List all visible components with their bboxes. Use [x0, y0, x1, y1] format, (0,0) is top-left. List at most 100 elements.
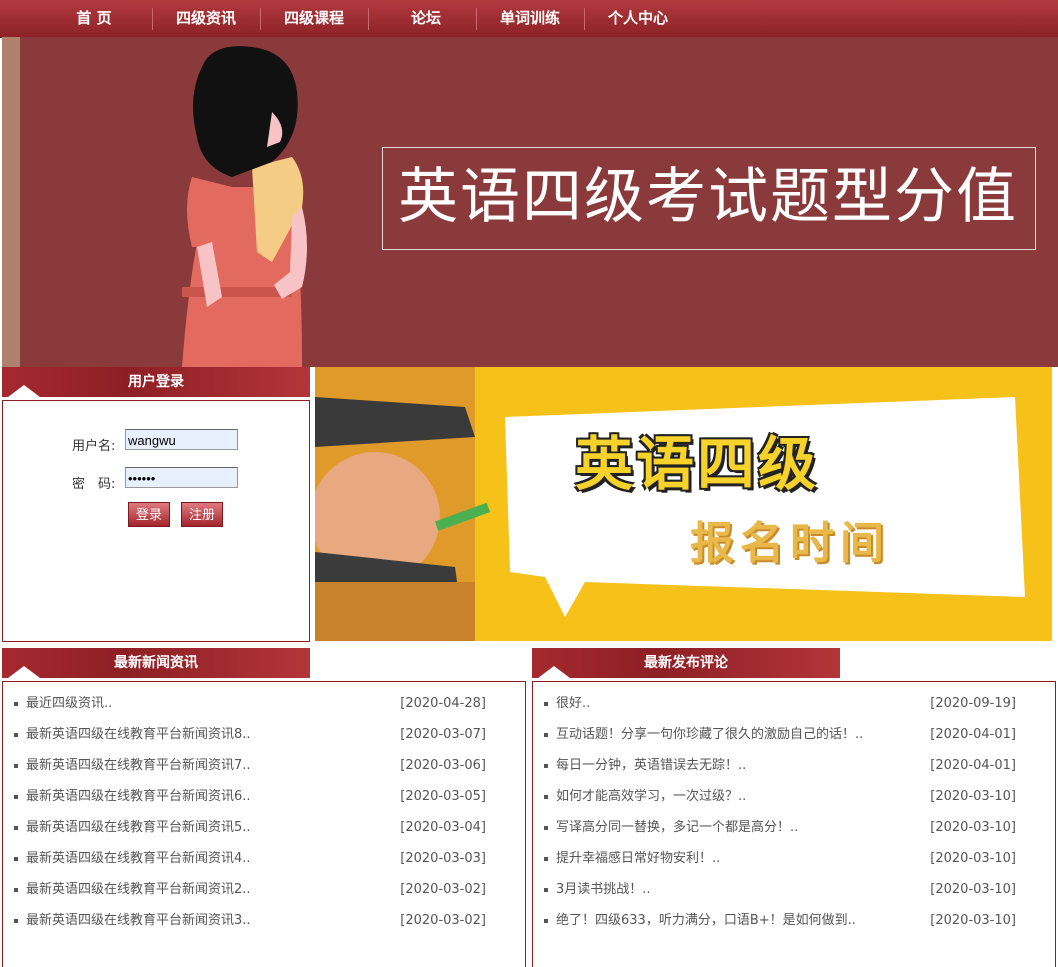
nav-personal-center[interactable]: 个人中心 — [592, 0, 684, 37]
comment-date: [2020-03-10] — [930, 789, 1016, 804]
list-item: 最新英语四级在线教育平台新闻资讯5.. [2020-03-04] — [14, 812, 486, 843]
bullet — [14, 702, 18, 706]
news-date: [2020-03-04] — [400, 820, 486, 835]
news-panel: 最近四级资讯.. [2020-04-28] 最新英语四级在线教育平台新闻资讯8..… — [2, 681, 526, 967]
news-link[interactable]: 最新英语四级在线教育平台新闻资讯3.. — [26, 905, 251, 936]
nav-forum[interactable]: 论坛 — [376, 0, 476, 37]
news-date: [2020-03-05] — [400, 789, 486, 804]
list-item: 很好.. [2020-09-19] — [544, 688, 1016, 719]
news-date: [2020-03-02] — [400, 882, 486, 897]
comment-date: [2020-04-01] — [930, 727, 1016, 742]
news-date: [2020-03-07] — [400, 727, 486, 742]
banner-edge — [2, 37, 20, 367]
nav-divider — [152, 8, 153, 30]
comment-link[interactable]: 绝了！四级633，听力满分，口语B+！是如何做到.. — [556, 905, 856, 936]
judge-illustration — [315, 367, 1052, 641]
list-item: 互动话题！分享一句你珍藏了很久的激励自己的话！.. [2020-04-01] — [544, 719, 1016, 750]
teacher-illustration — [182, 46, 307, 367]
nav-cet4-courses[interactable]: 四级课程 — [268, 0, 360, 37]
news-link[interactable]: 最新英语四级在线教育平台新闻资讯6.. — [26, 781, 251, 812]
news-date: [2020-04-28] — [400, 696, 486, 711]
bullet — [544, 826, 548, 830]
registration-ad-banner[interactable]: 英语四级 报名时间 — [315, 367, 1052, 641]
bullet — [14, 857, 18, 861]
bullet — [544, 857, 548, 861]
list-item: 写译高分同一替换，多记一个都是高分！.. [2020-03-10] — [544, 812, 1016, 843]
list-item: 最新英语四级在线教育平台新闻资讯7.. [2020-03-06] — [14, 750, 486, 781]
bullet — [544, 919, 548, 923]
bullet — [14, 919, 18, 923]
top-nav: 首 页 四级资讯 四级课程 论坛 单词训练 个人中心 — [0, 0, 1058, 38]
comment-link[interactable]: 很好.. — [556, 688, 590, 719]
news-link[interactable]: 最新英语四级在线教育平台新闻资讯5.. — [26, 812, 251, 843]
comment-link[interactable]: 每日一分钟，英语错误去无踪！.. — [556, 750, 746, 781]
nav-cet4-news[interactable]: 四级资讯 — [160, 0, 252, 37]
comments-title: 最新发布评论 — [644, 655, 728, 671]
list-item: 绝了！四级633，听力满分，口语B+！是如何做到.. [2020-03-10] — [544, 905, 1016, 936]
nav-home[interactable]: 首 页 — [58, 0, 130, 37]
comment-date: [2020-03-10] — [930, 820, 1016, 835]
comment-date: [2020-03-10] — [930, 913, 1016, 928]
hero-banner: 英语四级考试题型分值 — [2, 37, 1058, 367]
comment-link[interactable]: 互动话题！分享一句你珍藏了很久的激励自己的话！.. — [556, 719, 863, 750]
comment-date: [2020-03-10] — [930, 882, 1016, 897]
list-item: 如何才能高效学习，一次过级？.. [2020-03-10] — [544, 781, 1016, 812]
comment-link[interactable]: 提升幸福感日常好物安利！.. — [556, 843, 720, 874]
header-notch — [8, 385, 40, 397]
bullet — [14, 826, 18, 830]
news-link[interactable]: 最新英语四级在线教育平台新闻资讯2.. — [26, 874, 251, 905]
news-date: [2020-03-06] — [400, 758, 486, 773]
comment-date: [2020-09-19] — [930, 696, 1016, 711]
list-item: 最新英语四级在线教育平台新闻资讯4.. [2020-03-03] — [14, 843, 486, 874]
register-button[interactable]: 注册 — [181, 502, 223, 527]
password-label: 密 码: — [72, 477, 116, 492]
list-item: 每日一分钟，英语错误去无踪！.. [2020-04-01] — [544, 750, 1016, 781]
comment-date: [2020-03-10] — [930, 851, 1016, 866]
bullet — [14, 733, 18, 737]
news-link[interactable]: 最近四级资讯.. — [26, 688, 112, 719]
banner-title: 英语四级考试题型分值 — [398, 162, 1018, 232]
list-item: 最新英语四级在线教育平台新闻资讯6.. [2020-03-05] — [14, 781, 486, 812]
comment-link[interactable]: 如何才能高效学习，一次过级？.. — [556, 781, 746, 812]
list-item: 最新英语四级在线教育平台新闻资讯8.. [2020-03-07] — [14, 719, 486, 750]
nav-divider — [584, 8, 585, 30]
comment-link[interactable]: 写译高分同一替换，多记一个都是高分！.. — [556, 812, 798, 843]
list-item: 最新英语四级在线教育平台新闻资讯3.. [2020-03-02] — [14, 905, 486, 936]
login-title: 用户登录 — [128, 374, 184, 390]
bullet — [14, 795, 18, 799]
bullet — [14, 764, 18, 768]
bullet — [14, 888, 18, 892]
header-notch — [8, 666, 40, 678]
news-date: [2020-03-03] — [400, 851, 486, 866]
comments-header: 最新发布评论 — [532, 648, 840, 678]
login-button[interactable]: 登录 — [128, 502, 170, 527]
username-input[interactable]: wangwu — [125, 429, 238, 450]
news-link[interactable]: 最新英语四级在线教育平台新闻资讯4.. — [26, 843, 251, 874]
ad-headline: 英语四级 — [575, 430, 820, 498]
nav-word-training[interactable]: 单词训练 — [484, 0, 576, 37]
ad-subline: 报名时间 — [690, 518, 890, 569]
login-header: 用户登录 — [2, 367, 310, 397]
login-panel: 用户名: wangwu 密 码: •••••• 登录 注册 — [2, 400, 310, 642]
news-header: 最新新闻资讯 — [2, 648, 310, 678]
comments-panel: 很好.. [2020-09-19] 互动话题！分享一句你珍藏了很久的激励自己的话！… — [532, 681, 1056, 967]
list-item: 最近四级资讯.. [2020-04-28] — [14, 688, 486, 719]
news-list: 最近四级资讯.. [2020-04-28] 最新英语四级在线教育平台新闻资讯8..… — [14, 688, 486, 936]
news-title: 最新新闻资讯 — [114, 655, 198, 671]
news-link[interactable]: 最新英语四级在线教育平台新闻资讯8.. — [26, 719, 251, 750]
bullet — [544, 795, 548, 799]
news-link[interactable]: 最新英语四级在线教育平台新闻资讯7.. — [26, 750, 251, 781]
list-item: 最新英语四级在线教育平台新闻资讯2.. [2020-03-02] — [14, 874, 486, 905]
bullet — [544, 764, 548, 768]
bullet — [544, 733, 548, 737]
nav-divider — [476, 8, 477, 30]
username-label: 用户名: — [72, 439, 116, 454]
header-notch — [538, 666, 570, 678]
bullet — [544, 702, 548, 706]
comment-link[interactable]: 3月读书挑战！.. — [556, 874, 651, 905]
list-item: 3月读书挑战！.. [2020-03-10] — [544, 874, 1016, 905]
comments-list: 很好.. [2020-09-19] 互动话题！分享一句你珍藏了很久的激励自己的话！… — [544, 688, 1016, 936]
password-input[interactable]: •••••• — [125, 467, 238, 488]
bullet — [544, 888, 548, 892]
comment-date: [2020-04-01] — [930, 758, 1016, 773]
